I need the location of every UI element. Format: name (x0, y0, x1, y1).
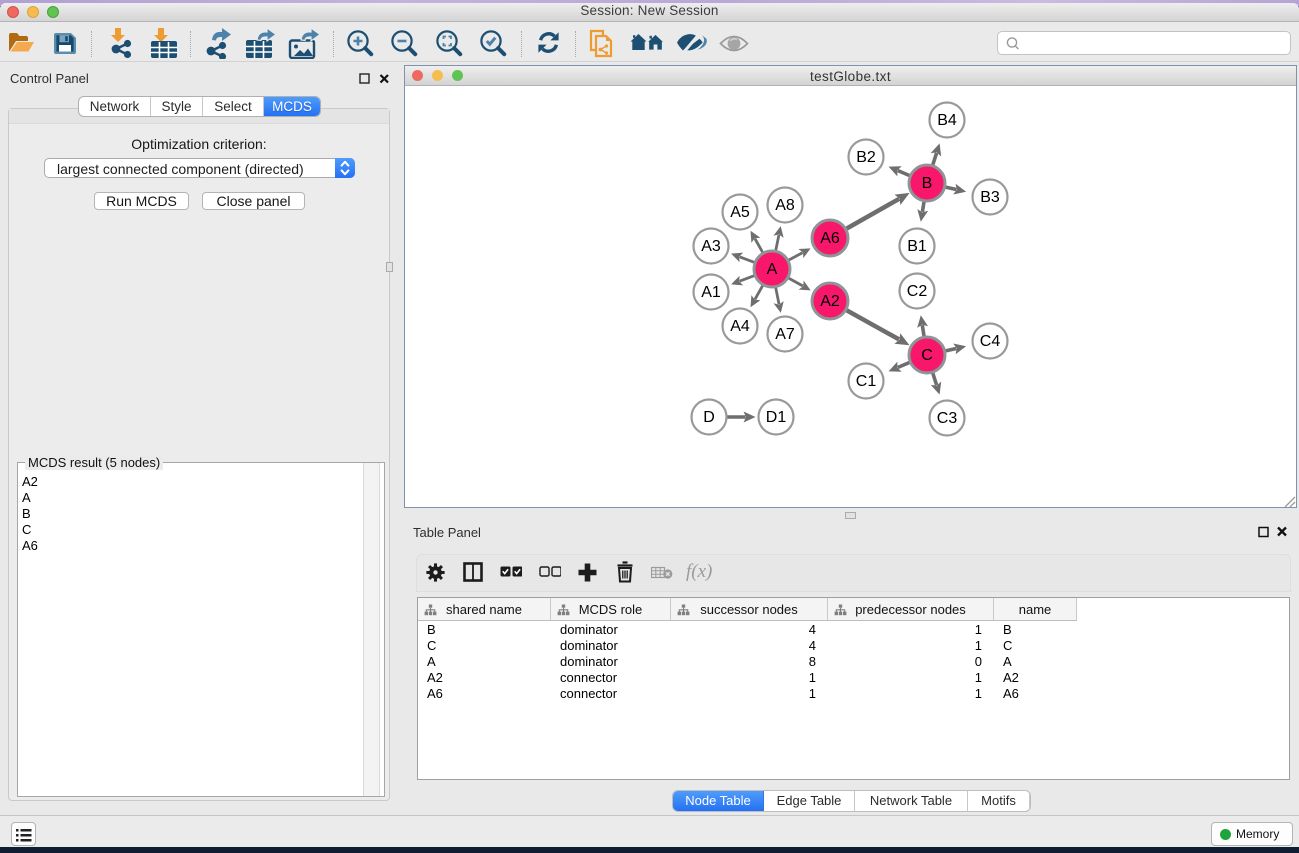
svg-text:B4: B4 (937, 112, 957, 129)
svg-text:A6: A6 (820, 230, 840, 247)
svg-text:A3: A3 (701, 238, 721, 255)
svg-text:B3: B3 (980, 189, 1000, 206)
svg-text:A4: A4 (730, 318, 750, 335)
svg-text:B1: B1 (907, 238, 927, 255)
svg-text:C4: C4 (980, 333, 1001, 350)
svg-text:A1: A1 (701, 284, 721, 301)
svg-text:C: C (921, 347, 933, 364)
svg-text:A2: A2 (820, 293, 840, 310)
svg-text:A7: A7 (775, 326, 795, 343)
svg-text:B2: B2 (856, 149, 876, 166)
svg-text:A: A (767, 261, 778, 278)
svg-text:C1: C1 (856, 373, 877, 390)
svg-text:B: B (922, 175, 933, 192)
svg-text:A8: A8 (775, 197, 795, 214)
svg-text:C3: C3 (937, 410, 958, 427)
svg-text:D1: D1 (766, 409, 787, 426)
svg-text:A5: A5 (730, 204, 750, 221)
svg-text:C2: C2 (907, 283, 928, 300)
svg-text:D: D (703, 409, 715, 426)
